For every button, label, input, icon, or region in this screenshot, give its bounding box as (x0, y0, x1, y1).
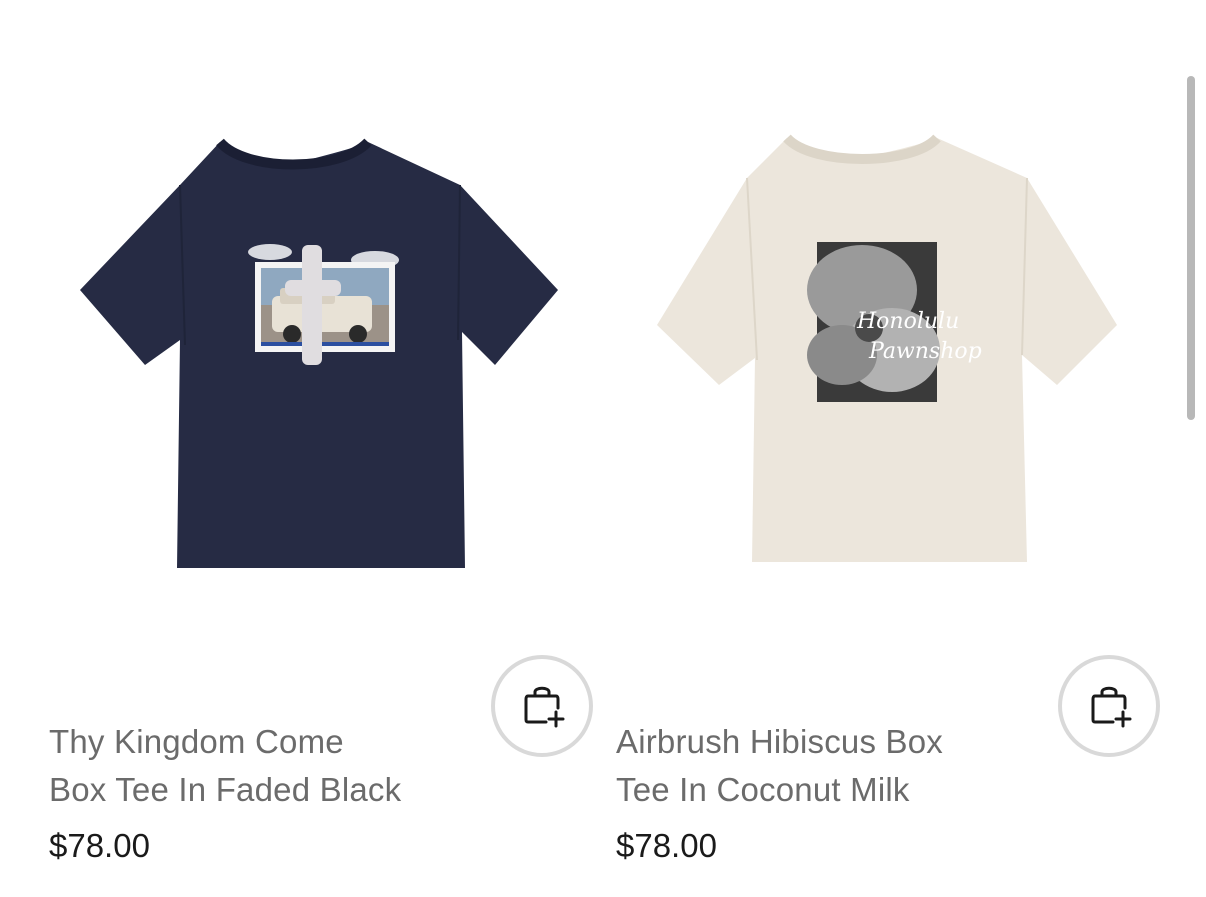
navy-tshirt-image (80, 138, 558, 568)
product-title[interactable]: Airbrush Hibiscus Box Tee In Coconut Mil… (616, 718, 1096, 814)
product-title-line-2[interactable]: Tee In Coconut Milk (616, 766, 1096, 814)
product-title-line-2[interactable]: Box Tee In Faded Black (49, 766, 529, 814)
product-title[interactable]: Thy Kingdom Come Box Tee In Faded Black (49, 718, 529, 814)
product-card[interactable]: Honolulu Pawnshop Airbrush Hibiscus Box … (567, 0, 1160, 897)
product-grid-page: Thy Kingdom Come Box Tee In Faded Black … (0, 0, 1206, 897)
graphic-text-line-1: Honolulu (856, 309, 959, 334)
product-image[interactable]: Honolulu Pawnshop (607, 100, 1160, 757)
product-card[interactable]: Thy Kingdom Come Box Tee In Faded Black … (0, 0, 593, 897)
product-title-line-1[interactable]: Airbrush Hibiscus Box (616, 718, 1096, 766)
cream-tshirt-image: Honolulu Pawnshop (657, 134, 1117, 562)
product-price: $78.00 (49, 827, 150, 864)
graphic-text-line-2: Pawnshop (868, 339, 982, 364)
vertical-scrollbar[interactable] (1187, 76, 1195, 420)
product-title-line-1[interactable]: Thy Kingdom Come (49, 718, 529, 766)
product-price: $78.00 (616, 827, 717, 864)
product-image[interactable] (40, 100, 593, 757)
